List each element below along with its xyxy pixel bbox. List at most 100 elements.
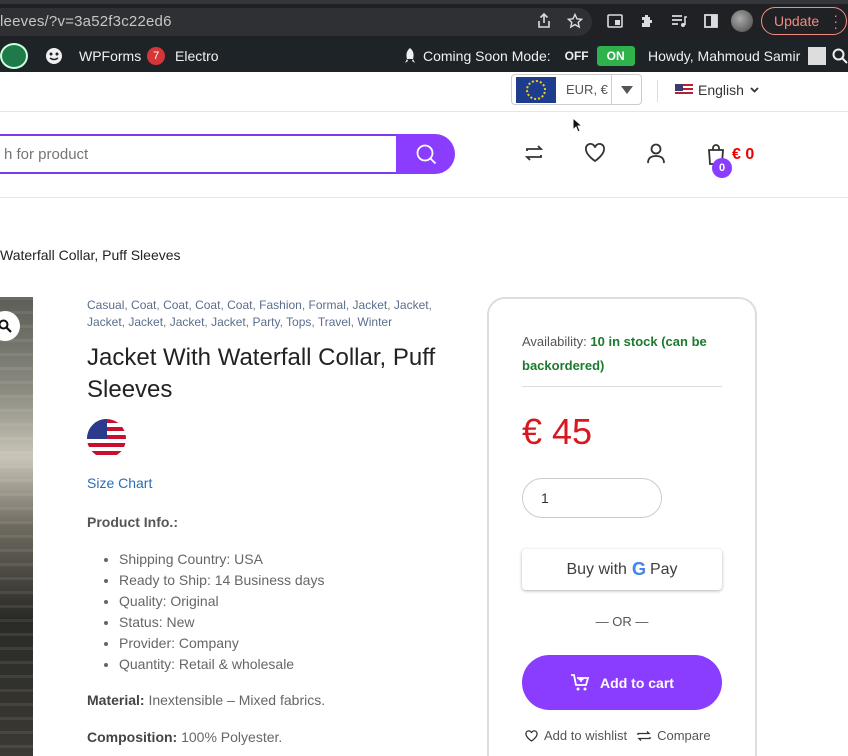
wpforms-label: WPForms [79,48,142,64]
us-flag-icon [675,84,693,96]
compare-icon[interactable] [523,142,547,166]
tag-link[interactable]: Coat [163,298,188,312]
tag-separator: , [301,298,309,312]
list-item: Ready to Ship: 14 Business days [119,570,324,591]
update-button-label: Update [774,13,820,29]
tag-separator: , [163,315,170,329]
product-image[interactable] [0,297,33,756]
tag-link[interactable]: Formal [309,298,346,312]
tag-link[interactable]: Jacket [353,298,388,312]
us-flag-icon [87,419,126,458]
add-to-wishlist-link[interactable]: Add to wishlist [525,728,627,743]
wishlist-heart-icon[interactable] [584,142,608,166]
tag-link[interactable]: Coat [131,298,156,312]
share-icon[interactable] [533,10,555,32]
mouse-cursor-icon [572,117,584,133]
admin-search-icon[interactable] [832,40,848,72]
tag-link[interactable]: Jacket [211,315,246,329]
howdy-label: Howdy, Mahmoud Samir [648,48,801,64]
customize-icon[interactable] [44,40,64,72]
tag-link[interactable]: Winter [357,315,392,329]
google-pay-button[interactable]: Buy with G Pay [522,549,722,590]
site-name-menu[interactable]: Electro [175,40,219,72]
list-item: Quantity: Retail & wholesale [119,654,324,675]
add-to-cart-button[interactable]: Add to cart [522,655,722,710]
address-bar-url[interactable]: leeves/?v=3a52f3c22ed6 [0,13,172,30]
site-logo-icon[interactable] [0,43,28,69]
cart-count-badge: 0 [712,158,732,178]
cart-plus-icon [571,673,590,690]
material-line: Material: Inextensible – Mixed fabrics. [87,692,325,708]
google-g-icon: G [631,559,646,579]
tag-separator: , [387,298,394,312]
composition-line: Composition: 100% Polyester. [87,729,282,745]
tag-link[interactable]: Coat [227,298,252,312]
list-item: Quality: Original [119,591,324,612]
admin-bar: WPForms 7 Electro Coming Soon Mode: OFF … [0,40,848,72]
media-playlist-icon[interactable] [668,10,690,32]
user-menu[interactable]: Howdy, Mahmoud Samir [648,40,827,72]
tag-link[interactable]: Casual [87,298,124,312]
tag-link[interactable]: Jacket [394,298,429,312]
extensions-icon[interactable] [636,10,658,32]
coming-soon-toggle[interactable]: Coming Soon Mode: OFF ON [403,40,635,72]
bookmark-star-icon[interactable] [564,10,586,32]
search-icon [416,144,436,165]
material-label: Material: [87,692,145,708]
rocket-icon [405,48,415,63]
add-to-cart-label: Add to cart [600,674,674,691]
language-switcher[interactable]: English [675,82,759,98]
breadcrumb: Waterfall Collar, Puff Sleeves [0,247,181,263]
chevron-down-icon [750,87,759,93]
tag-link[interactable]: Coat [195,298,220,312]
wpforms-menu[interactable]: WPForms 7 [79,40,166,72]
more-options-icon: · · · [833,7,838,35]
list-item: Shipping Country: USA [119,549,324,570]
search-button[interactable] [396,134,455,174]
currency-label: EUR, € [566,82,608,97]
wpforms-count-badge: 7 [147,47,166,65]
product-title: Jacket With Waterfall Collar, Puff Sleev… [87,344,436,403]
chevron-down-icon [611,75,641,104]
compare-icon [637,730,651,741]
product-image-texture [0,297,33,756]
wishlist-label: Add to wishlist [544,728,628,743]
heart-icon [525,729,538,742]
cart-total[interactable]: € 0 [732,146,754,164]
language-label: English [698,82,744,98]
tag-link[interactable]: Party [252,315,279,329]
compare-link[interactable]: Compare [637,728,711,743]
update-button[interactable]: Update · · · [761,7,847,35]
compare-label: Compare [657,728,711,743]
gpay-prefix: Buy with [566,560,627,578]
profile-avatar[interactable] [731,10,753,32]
currency-switcher[interactable]: EUR, € [511,74,642,105]
divider [657,80,658,102]
cast-icon[interactable] [604,10,626,32]
topbar: EUR, € English [0,72,848,112]
tag-link[interactable]: Fashion [259,298,302,312]
secondary-actions: Add to wishlist Compare [525,728,725,743]
tag-link[interactable]: Travel [318,315,351,329]
tab-strip-edge [0,0,848,4]
tag-link[interactable]: Jacket [128,315,163,329]
availability: Availability: 10 in stock (can be backor… [522,330,722,378]
site-name-label: Electro [175,48,219,64]
side-panel-icon[interactable] [700,10,722,32]
list-item: Provider: Company [119,633,324,654]
account-user-icon[interactable] [645,142,669,166]
zoom-search-icon [0,319,12,333]
size-chart-link[interactable]: Size Chart [87,475,152,491]
tag-link[interactable]: Jacket [170,315,205,329]
product-info-list: Shipping Country: USAReady to Ship: 14 B… [119,549,324,675]
quantity-input[interactable]: 1 [522,478,662,518]
search-input[interactable] [0,134,400,174]
tag-link[interactable]: Tops [286,315,311,329]
product-price: € 45 [522,411,593,452]
tag-link[interactable]: Jacket [87,315,122,329]
availability-label: Availability: [522,334,587,349]
composition-label: Composition: [87,729,178,745]
gpay-suffix: Pay [649,560,678,578]
list-item: Status: New [119,612,324,633]
site-header: 0 € 0 [0,112,848,198]
